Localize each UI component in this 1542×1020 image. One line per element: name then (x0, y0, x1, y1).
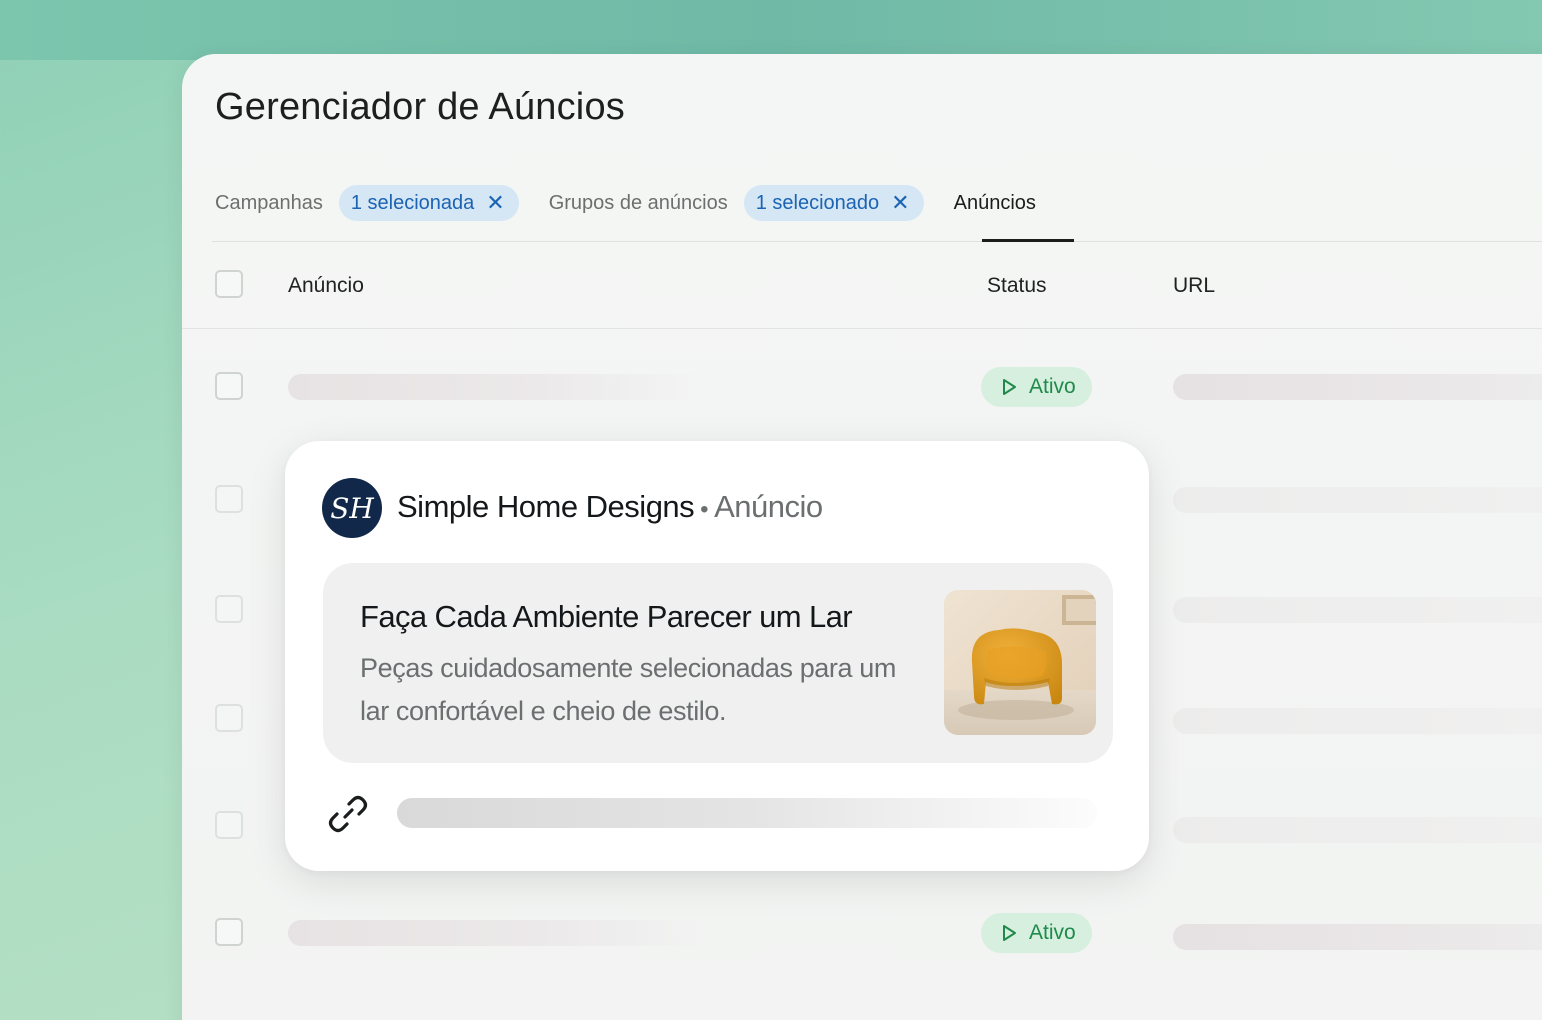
ad-name-placeholder (288, 920, 708, 946)
ad-headline: Faça Cada Ambiente Parecer um Lar (360, 599, 853, 634)
advertiser-name: Simple Home Designs (397, 489, 695, 524)
avatar: SH (322, 478, 382, 538)
table-header: Anúncio Status URL (182, 242, 1542, 329)
ad-creative[interactable]: Faça Cada Ambiente Parecer um Lar Peças … (323, 563, 1113, 763)
column-header-status[interactable]: Status (987, 274, 1047, 298)
status-badge: Ativo (981, 913, 1092, 953)
tab-bar: Campanhas 1 selecionada ✕ Grupos de anún… (215, 184, 1036, 222)
play-icon (1003, 379, 1016, 395)
url-placeholder (1173, 924, 1542, 950)
row-checkbox[interactable] (215, 485, 243, 513)
row-checkbox[interactable] (215, 918, 243, 946)
url-placeholder (1173, 597, 1542, 623)
adgroups-selection-chip[interactable]: 1 selecionado ✕ (743, 185, 924, 221)
armchair-image (944, 590, 1096, 735)
link-url-placeholder (397, 798, 1097, 828)
status-label: Ativo (1029, 921, 1076, 944)
url-placeholder (1173, 817, 1542, 843)
ad-preview-card[interactable]: SH Simple Home Designs • Anúncio Faça Cada… (285, 441, 1149, 871)
play-icon (1003, 925, 1016, 941)
advertiser-line: Simple Home Designs • Anúncio (397, 489, 823, 525)
page-title: Gerenciador de Aúncios (215, 86, 625, 128)
tab-ads[interactable]: Anúncios (954, 192, 1036, 215)
column-header-url[interactable]: URL (1173, 274, 1215, 298)
ad-description: Peças cuidadosamente selecionadas para u… (360, 653, 896, 726)
url-placeholder (1173, 708, 1542, 734)
row-checkbox[interactable] (215, 811, 243, 839)
url-placeholder (1173, 487, 1542, 513)
row-checkbox[interactable] (215, 704, 243, 732)
row-checkbox[interactable] (215, 372, 243, 400)
status-badge: Ativo (981, 367, 1092, 407)
link-icon[interactable] (325, 791, 371, 837)
chip-label: 1 selecionada (350, 191, 475, 214)
avatar-initials: SH (330, 491, 374, 525)
tab-ad-groups[interactable]: Grupos de anúncios (549, 192, 728, 215)
close-icon[interactable]: ✕ (891, 192, 909, 214)
ad-name-placeholder (288, 374, 708, 400)
ad-kind-label: Anúncio (714, 489, 823, 524)
campaigns-selection-chip[interactable]: 1 selecionada ✕ (338, 185, 519, 221)
column-header-ad[interactable]: Anúncio (288, 274, 364, 298)
tab-campaigns[interactable]: Campanhas (215, 192, 323, 215)
background (0, 0, 1542, 60)
status-label: Ativo (1029, 375, 1076, 398)
close-icon[interactable]: ✕ (486, 192, 504, 214)
separator: • (700, 496, 709, 523)
select-all-checkbox[interactable] (215, 270, 243, 298)
ads-manager-window: Gerenciador de Aúncios Campanhas 1 selec… (182, 54, 1542, 1020)
url-placeholder (1173, 374, 1542, 400)
chip-label: 1 selecionado (755, 191, 880, 214)
row-checkbox[interactable] (215, 595, 243, 623)
